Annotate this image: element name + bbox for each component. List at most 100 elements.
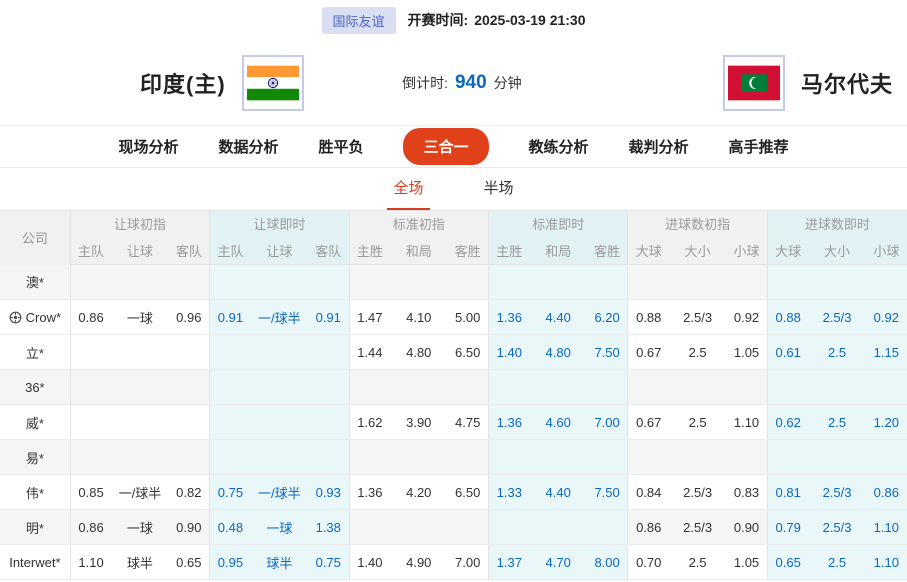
odds-cell[interactable]: 1.37 (488, 545, 529, 580)
company-cell[interactable]: 立* (0, 335, 70, 370)
odds-cell[interactable]: 0.75 (210, 475, 251, 510)
odds-cell[interactable]: 0.86 (70, 300, 111, 335)
odds-cell[interactable]: 0.81 (767, 475, 808, 510)
odds-cell[interactable]: 1.40 (488, 335, 529, 370)
odds-cell[interactable]: 2.5 (669, 545, 726, 580)
odds-cell[interactable]: 2.5 (808, 545, 865, 580)
company-cell[interactable]: 伟* (0, 475, 70, 510)
odds-cell[interactable]: 7.00 (587, 405, 628, 440)
odds-cell[interactable]: 1.10 (70, 545, 111, 580)
odds-cell[interactable]: 1.10 (866, 510, 907, 545)
odds-cell[interactable]: 0.82 (169, 475, 210, 510)
nav-tab-expert-picks[interactable]: 高手推荐 (729, 136, 789, 157)
odds-cell[interactable]: 7.50 (587, 475, 628, 510)
odds-cell[interactable]: 1.05 (726, 545, 767, 580)
odds-cell[interactable]: 0.79 (767, 510, 808, 545)
odds-cell[interactable]: 4.10 (390, 300, 447, 335)
odds-cell[interactable]: 1.20 (866, 405, 907, 440)
odds-cell[interactable]: 4.80 (530, 335, 587, 370)
odds-cell[interactable]: 一球 (111, 300, 168, 335)
odds-cell[interactable]: 0.90 (726, 510, 767, 545)
odds-cell[interactable]: 1.47 (349, 300, 390, 335)
company-cell[interactable]: 易* (0, 440, 70, 475)
company-cell[interactable]: 威* (0, 405, 70, 440)
odds-cell[interactable]: 1.33 (488, 475, 529, 510)
odds-cell[interactable]: 1.36 (349, 475, 390, 510)
odds-cell[interactable]: 2.5/3 (808, 300, 865, 335)
nav-tab-data-analysis[interactable]: 数据分析 (218, 136, 278, 157)
odds-cell[interactable]: 球半 (251, 545, 308, 580)
odds-cell[interactable]: 2.5 (808, 335, 865, 370)
odds-cell[interactable]: 0.96 (169, 300, 210, 335)
odds-cell[interactable]: 4.75 (447, 405, 488, 440)
odds-cell[interactable]: 0.84 (628, 475, 669, 510)
odds-cell[interactable]: 0.48 (210, 510, 251, 545)
odds-cell[interactable]: 4.40 (530, 475, 587, 510)
odds-cell[interactable]: 0.65 (169, 545, 210, 580)
odds-cell[interactable]: 1.62 (349, 405, 390, 440)
league-badge[interactable]: 国际友谊 (322, 7, 396, 34)
odds-cell[interactable]: 4.60 (530, 405, 587, 440)
odds-cell[interactable]: 6.20 (587, 300, 628, 335)
odds-cell[interactable]: 一/球半 (111, 475, 168, 510)
odds-cell[interactable]: 1.38 (308, 510, 349, 545)
odds-cell[interactable]: 1.36 (488, 405, 529, 440)
odds-cell[interactable]: 0.95 (210, 545, 251, 580)
odds-cell[interactable]: 4.40 (530, 300, 587, 335)
odds-cell[interactable]: 7.00 (447, 545, 488, 580)
odds-cell[interactable]: 7.50 (587, 335, 628, 370)
odds-cell[interactable]: 1.44 (349, 335, 390, 370)
odds-cell[interactable]: 0.92 (726, 300, 767, 335)
company-cell[interactable]: 36* (0, 370, 70, 405)
odds-cell[interactable]: 3.90 (390, 405, 447, 440)
company-cell[interactable]: 明* (0, 510, 70, 545)
odds-cell[interactable]: 0.67 (628, 405, 669, 440)
subtab-half-match[interactable]: 半场 (478, 177, 520, 210)
odds-cell[interactable]: 0.67 (628, 335, 669, 370)
nav-tab-win-draw-lose[interactable]: 胜平负 (318, 136, 363, 157)
odds-cell[interactable]: 2.5 (669, 335, 726, 370)
odds-cell[interactable]: 0.91 (210, 300, 251, 335)
odds-cell[interactable]: 5.00 (447, 300, 488, 335)
nav-tab-live-analysis[interactable]: 现场分析 (118, 136, 178, 157)
odds-cell[interactable]: 0.92 (866, 300, 907, 335)
odds-cell[interactable]: 2.5/3 (808, 475, 865, 510)
odds-cell[interactable]: 1.10 (866, 545, 907, 580)
nav-tab-referee-analysis[interactable]: 裁判分析 (629, 136, 689, 157)
odds-cell[interactable]: 2.5/3 (669, 510, 726, 545)
odds-cell[interactable]: 球半 (111, 545, 168, 580)
odds-cell[interactable]: 2.5/3 (808, 510, 865, 545)
odds-cell[interactable]: 一/球半 (251, 475, 308, 510)
odds-cell[interactable]: 0.90 (169, 510, 210, 545)
nav-tab-coach-analysis[interactable]: 教练分析 (529, 136, 589, 157)
odds-cell[interactable]: 0.88 (628, 300, 669, 335)
odds-cell[interactable]: 0.65 (767, 545, 808, 580)
odds-cell[interactable]: 0.62 (767, 405, 808, 440)
odds-cell[interactable]: 0.75 (308, 545, 349, 580)
company-cell[interactable]: Interwet* (0, 545, 70, 580)
odds-cell[interactable]: 6.50 (447, 335, 488, 370)
company-cell[interactable]: 澳* (0, 265, 70, 300)
company-cell[interactable]: Crow* (0, 300, 70, 335)
odds-cell[interactable]: 0.86 (628, 510, 669, 545)
odds-cell[interactable]: 一/球半 (251, 300, 308, 335)
odds-cell[interactable]: 一球 (251, 510, 308, 545)
odds-cell[interactable]: 4.80 (390, 335, 447, 370)
odds-cell[interactable]: 4.70 (530, 545, 587, 580)
odds-cell[interactable]: 1.15 (866, 335, 907, 370)
odds-cell[interactable]: 0.93 (308, 475, 349, 510)
nav-tab-three-in-one[interactable]: 三合一 (403, 128, 488, 165)
odds-cell[interactable]: 1.05 (726, 335, 767, 370)
odds-cell[interactable]: 0.85 (70, 475, 111, 510)
odds-cell[interactable]: 0.83 (726, 475, 767, 510)
odds-cell[interactable]: 一球 (111, 510, 168, 545)
odds-cell[interactable]: 4.90 (390, 545, 447, 580)
odds-cell[interactable]: 8.00 (587, 545, 628, 580)
subtab-full-match[interactable]: 全场 (387, 177, 429, 210)
odds-cell[interactable]: 4.20 (390, 475, 447, 510)
odds-cell[interactable]: 1.10 (726, 405, 767, 440)
odds-cell[interactable]: 0.88 (767, 300, 808, 335)
odds-cell[interactable]: 1.36 (488, 300, 529, 335)
odds-cell[interactable]: 2.5/3 (669, 300, 726, 335)
odds-cell[interactable]: 0.70 (628, 545, 669, 580)
